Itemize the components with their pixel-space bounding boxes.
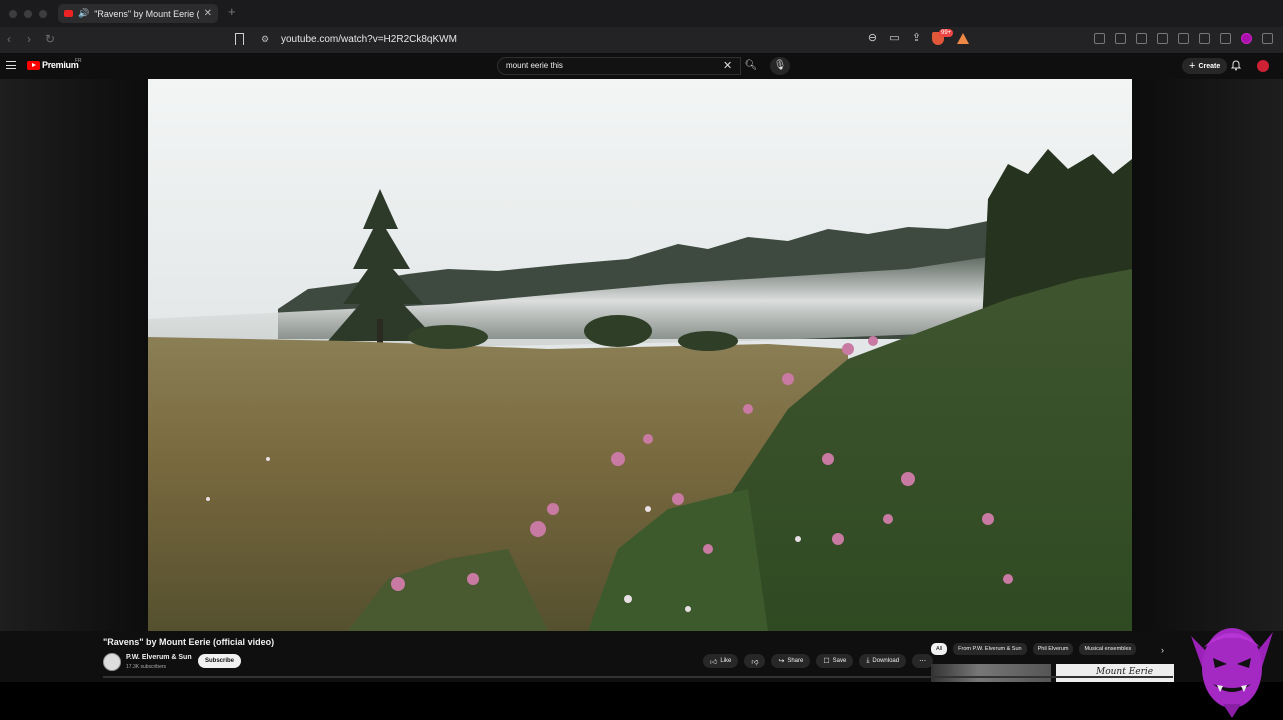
speaker-icon[interactable]: 🔊: [78, 8, 89, 19]
close-tab-icon[interactable]: ✕: [204, 8, 212, 19]
tab-title: "Ravens" by Mount Eerie (o: [94, 8, 199, 19]
wallet-icon[interactable]: [1178, 33, 1189, 44]
logo-text: Premium: [42, 60, 79, 70]
channel-avatar[interactable]: [103, 653, 121, 671]
video-frame-meadow-fog: [148, 79, 1132, 631]
related-video-thumbnail[interactable]: Mount Eerie: [1056, 664, 1174, 682]
browser-tab[interactable]: 🔊 "Ravens" by Mount Eerie (o ✕: [58, 4, 218, 23]
clear-search-icon[interactable]: ✕: [723, 59, 732, 72]
create-button[interactable]: + Create: [1182, 58, 1228, 74]
browser-tab-strip: 🔊 "Ravens" by Mount Eerie (o ✕ +: [0, 0, 1283, 27]
chip-from-channel[interactable]: From P.W. Elverum & Sun: [953, 643, 1027, 655]
extensions-icon[interactable]: [1199, 33, 1210, 44]
more-actions-button[interactable]: ⋯: [912, 654, 934, 668]
thumbs-up-icon: 👍︎: [710, 658, 718, 666]
dislike-button[interactable]: 👎︎: [744, 654, 766, 668]
youtube-masthead: Premium FR mount eerie this ✕ 🔍︎ 🎙︎ + Cr…: [0, 53, 1283, 79]
hamburger-menu-icon[interactable]: [6, 61, 16, 69]
plus-icon: +: [1189, 60, 1196, 72]
save-button[interactable]: ☐ Save: [816, 654, 854, 668]
youtube-premium-logo[interactable]: Premium: [27, 60, 79, 70]
microphone-icon[interactable]: 🎙︎: [770, 57, 790, 75]
account-avatar[interactable]: [1257, 60, 1269, 72]
profile-icon[interactable]: [1241, 33, 1252, 44]
address-bar: ‹ › ↻ ⚙ youtube.com/watch?v=H2R2Ck8qKWM …: [0, 27, 1283, 53]
brave-shield-icon[interactable]: 99+: [932, 29, 954, 45]
sidebar-icon[interactable]: [1157, 33, 1168, 44]
related-chips: All From P.W. Elverum & Sun Phil Elverum…: [931, 643, 1137, 655]
url-field[interactable]: youtube.com/watch?v=H2R2Ck8qKWM: [281, 34, 457, 45]
create-label: Create: [1198, 62, 1221, 70]
share-button[interactable]: ↪ Share: [771, 654, 811, 668]
youtube-favicon-icon: [64, 10, 73, 17]
save-icon: ☐: [823, 658, 830, 665]
new-tab-icon[interactable]: +: [228, 4, 236, 19]
search-value: mount eerie this: [506, 61, 563, 70]
cast-icon[interactable]: ▭: [888, 32, 901, 45]
share-icon: ↪: [778, 658, 785, 665]
like-button[interactable]: 👍︎ Like: [703, 654, 739, 668]
browser-toolbar: [1094, 33, 1273, 44]
browser-menu-icon[interactable]: [1262, 33, 1273, 44]
share-page-icon[interactable]: ⇪: [910, 32, 923, 45]
chip-musical-ensembles[interactable]: Musical ensembles: [1079, 643, 1137, 655]
media-icon[interactable]: [1136, 33, 1147, 44]
vpn-icon[interactable]: [1220, 33, 1231, 44]
video-progress-bar[interactable]: [103, 676, 1173, 678]
save-label: Save: [832, 658, 847, 664]
url-actions: ⊖ ▭ ⇪ 99+: [866, 29, 969, 45]
search-icon[interactable]: 🔍︎: [741, 57, 761, 75]
maximize-window-icon[interactable]: [39, 9, 47, 18]
subscriber-count: 17.3K subscribers: [126, 664, 167, 670]
share-label: Share: [787, 658, 804, 664]
related-video-thumbnail[interactable]: [931, 664, 1051, 682]
zoom-icon[interactable]: ⊖: [866, 32, 879, 45]
video-actions: 👍︎ Like 👎︎ ↪ Share ☐ Save ⤓ Download ⋯: [703, 654, 934, 668]
thumbs-down-icon: 👎︎: [751, 658, 759, 666]
reader-icon[interactable]: [1094, 33, 1105, 44]
forward-icon[interactable]: ›: [27, 32, 31, 46]
site-settings-icon[interactable]: ⚙: [261, 34, 269, 45]
download-label: Download: [872, 658, 900, 664]
chip-all[interactable]: All: [931, 643, 948, 655]
chevron-right-icon[interactable]: ›: [1161, 645, 1164, 655]
more-icon: ⋯: [919, 658, 927, 665]
channel-name[interactable]: P.W. Elverum & Sun: [126, 654, 192, 661]
video-info-bar: "Ravens" by Mount Eerie (official video)…: [0, 631, 1283, 682]
rewards-icon[interactable]: [957, 33, 969, 44]
region-code: FR: [75, 58, 82, 64]
devil-mascot-icon: [1191, 628, 1273, 718]
window-controls[interactable]: [9, 9, 47, 18]
chip-phil-elverum[interactable]: Phil Elverum: [1032, 643, 1074, 655]
minimize-window-icon[interactable]: [24, 9, 32, 18]
downloads-icon[interactable]: [1115, 33, 1126, 44]
download-icon: ⤓: [866, 657, 870, 664]
download-button[interactable]: ⤓ Download: [859, 654, 907, 668]
video-title: "Ravens" by Mount Eerie (official video): [103, 637, 275, 647]
reload-icon[interactable]: ↻: [45, 32, 55, 46]
bottom-letterbox: [0, 682, 1283, 720]
shield-badge: 99+: [939, 29, 954, 37]
close-window-icon[interactable]: [9, 9, 17, 18]
search-input[interactable]: mount eerie this ✕: [497, 57, 741, 75]
subscribe-button[interactable]: Subscribe: [198, 654, 242, 668]
notifications-bell-icon[interactable]: [1231, 60, 1241, 71]
youtube-logo-icon: [27, 60, 40, 70]
video-player[interactable]: [148, 79, 1132, 631]
bookmark-icon[interactable]: [235, 33, 244, 45]
back-icon[interactable]: ‹: [7, 32, 11, 46]
player-container: [0, 79, 1283, 631]
like-label: Like: [720, 658, 732, 664]
